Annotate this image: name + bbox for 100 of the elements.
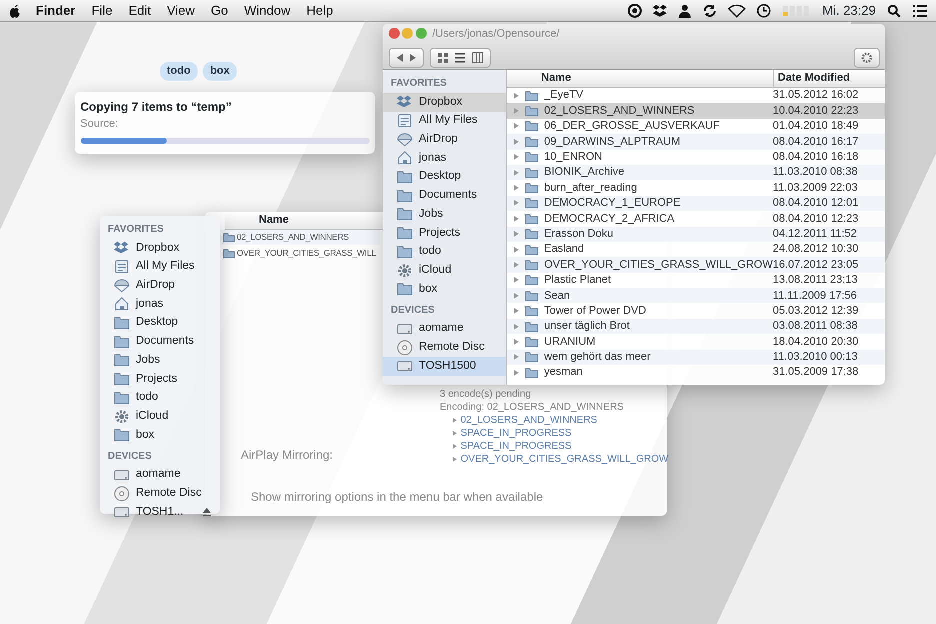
file-name: DEMOCRACY_1_EUROPE — [544, 196, 681, 212]
file-row[interactable]: OVER_YOUR_CITIES_GRASS_WILL_GROW16.07.2012 23:05 — [507, 257, 885, 273]
file-row[interactable]: wem gehört das meer 11.03.2010 00:13 — [507, 350, 885, 366]
folder-icon — [397, 206, 413, 222]
sidebar-item[interactable]: Desktop — [383, 168, 506, 186]
sidebar-item[interactable]: Dropbox — [100, 239, 220, 258]
file-date: 08.04.2010 16:17 — [773, 134, 860, 150]
file-name[interactable]: OVER_YOUR_CITIES_GRASS_WILL — [237, 246, 376, 260]
sidebar-item[interactable]: TOSH1500 — [383, 356, 506, 376]
file-row[interactable]: 06_DER_GROSSE_AUSVERKAUF 01.04.2010 18:49 — [507, 118, 885, 134]
column-header[interactable]: Date Modified — [773, 70, 885, 87]
folder-icon — [223, 248, 235, 259]
file-date: 16.07.2012 23:05 — [773, 258, 860, 273]
person-icon[interactable] — [678, 4, 692, 18]
menu-item[interactable]: Finder — [28, 0, 84, 20]
file-row[interactable]: Sean 11.11.2009 17:56 — [507, 288, 885, 304]
file-date: 05.03.2012 12:39 — [773, 304, 860, 319]
sidebar-item[interactable]: iCloud — [100, 407, 220, 426]
column-header[interactable]: Name — [541, 70, 773, 87]
file-row[interactable]: Erasson Doku 04.12.2011 11:52 — [507, 226, 885, 242]
columns-icon — [472, 52, 484, 64]
view-switcher[interactable] — [430, 48, 490, 68]
column-header[interactable]: Name — [259, 212, 289, 229]
wifi-icon[interactable] — [728, 4, 746, 18]
sidebar-item[interactable]: todo — [383, 242, 506, 262]
file-date: 11.03.2009 22:03 — [773, 180, 859, 196]
sidebar-item[interactable]: Projects — [100, 370, 220, 388]
file-name: 09_DARWINS_ALPTRAUM — [544, 134, 680, 150]
queue-item[interactable]: 02_LOSERS_AND_WINNERS — [460, 414, 598, 427]
close-button[interactable] — [388, 28, 400, 40]
apple-icon[interactable] — [8, 2, 22, 18]
sidebar-item[interactable]: TOSH1... — [100, 502, 220, 522]
menu-item[interactable]: Edit — [120, 0, 160, 20]
file-row[interactable]: unser täglich Brot 03.08.2011 08:38 — [507, 318, 885, 334]
back-forward-button[interactable] — [388, 48, 424, 68]
sidebar-item[interactable]: box — [383, 280, 506, 299]
search-icon[interactable] — [887, 4, 901, 18]
eject-icon[interactable] — [202, 507, 212, 518]
file-row[interactable]: 02_LOSERS_AND_WINNERS 10.04.2010 22:23 — [507, 103, 885, 119]
sidebar-item[interactable]: Jobs — [383, 205, 506, 224]
sidebar-item[interactable]: box — [100, 426, 220, 445]
sidebar-item[interactable]: Documents — [100, 332, 220, 352]
file-row[interactable]: DEMOCRACY_1_EUROPE 08.04.2010 12:01 — [507, 196, 885, 212]
sidebar-item[interactable]: Projects — [383, 224, 506, 242]
sidebar-item[interactable]: aomame — [100, 466, 220, 484]
file-row[interactable]: Easland 24.08.2012 10:30 — [507, 242, 885, 258]
sidebar-item[interactable]: Desktop — [100, 314, 220, 332]
file-row[interactable]: Tower of Power DVD 05.03.2012 12:39 — [507, 303, 885, 319]
sidebar-item[interactable]: jonas — [383, 149, 506, 168]
file-name: Easland — [544, 242, 584, 258]
dropbox-icon[interactable] — [652, 4, 667, 18]
folder-icon — [525, 259, 540, 271]
menu-item[interactable]: Help — [298, 0, 342, 20]
sidebar-item[interactable]: Documents — [383, 186, 506, 206]
menu-item[interactable]: Window — [236, 0, 299, 20]
zoom-button[interactable] — [416, 28, 427, 40]
sidebar-item[interactable]: Dropbox — [383, 93, 506, 112]
sidebar-heading: DEVICES — [390, 304, 436, 318]
sidebar-item[interactable]: Remote Disc — [100, 484, 220, 503]
dropbox-icon — [397, 94, 413, 110]
file-row[interactable]: _EyeTV 31.05.2012 16:02 — [507, 88, 885, 104]
tag[interactable]: box — [203, 62, 237, 80]
gear-icon — [860, 52, 872, 64]
folder-icon — [525, 320, 540, 333]
sidebar-item[interactable]: All My Files — [383, 112, 506, 130]
file-date: 31.05.2009 17:38 — [773, 365, 860, 380]
clock[interactable]: Mi. 23:29 — [822, 0, 876, 20]
dropbox-icon — [114, 240, 130, 256]
sidebar-item[interactable]: Jobs — [100, 351, 220, 370]
encoding-status: Encoding: 02_LOSERS_AND_WINNERS — [440, 401, 625, 414]
file-row[interactable]: Plastic Planet 13.08.2011 23:13 — [507, 272, 885, 288]
queue-item[interactable]: SPACE_IN_PROGRESS — [460, 427, 572, 440]
menu-item[interactable]: View — [159, 0, 204, 20]
queue-item[interactable]: SPACE_IN_PROGRESS — [460, 440, 572, 453]
menu-item[interactable]: Go — [203, 0, 236, 20]
file-date: 04.12.2011 11:52 — [773, 226, 858, 242]
list-icon[interactable] — [912, 4, 928, 18]
file-row[interactable]: URANIUM 18.04.2010 20:30 — [507, 334, 885, 350]
minimize-button[interactable] — [402, 28, 414, 40]
sidebar-item[interactable]: iCloud — [383, 261, 506, 280]
file-row[interactable]: BIONIK_Archive 11.03.2010 08:38 — [507, 164, 885, 180]
tag[interactable]: todo — [160, 62, 198, 80]
sidebar-item[interactable]: jonas — [100, 295, 220, 314]
file-row[interactable]: 09_DARWINS_ALPTRAUM 08.04.2010 16:17 — [507, 134, 885, 150]
file-row[interactable]: burn_after_reading 11.03.2009 22:03 — [507, 180, 885, 196]
sidebar-item[interactable]: AirDrop — [100, 276, 220, 296]
sidebar-item[interactable]: Remote Disc — [383, 338, 506, 357]
menu-item[interactable]: File — [84, 0, 121, 20]
sidebar-item[interactable]: todo — [100, 388, 220, 408]
queue-item[interactable]: OVER_YOUR_CITIES_GRASS_WILL_GROW — [460, 453, 669, 466]
folder-icon — [397, 169, 413, 186]
sidebar-item[interactable]: aomame — [383, 320, 506, 338]
sidebar-item[interactable]: AirDrop — [383, 130, 506, 150]
action-button[interactable] — [854, 48, 880, 68]
sidebar-item[interactable]: All My Files — [100, 258, 220, 276]
sync-icon[interactable] — [702, 4, 717, 18]
file-row[interactable]: DEMOCRACY_2_AFRICA 08.04.2010 12:23 — [507, 211, 885, 227]
file-row[interactable]: 10_ENRON 08.04.2010 16:18 — [507, 150, 885, 165]
file-row[interactable]: yesman 31.05.2009 17:38 — [507, 365, 885, 380]
grid-icon — [436, 52, 448, 64]
